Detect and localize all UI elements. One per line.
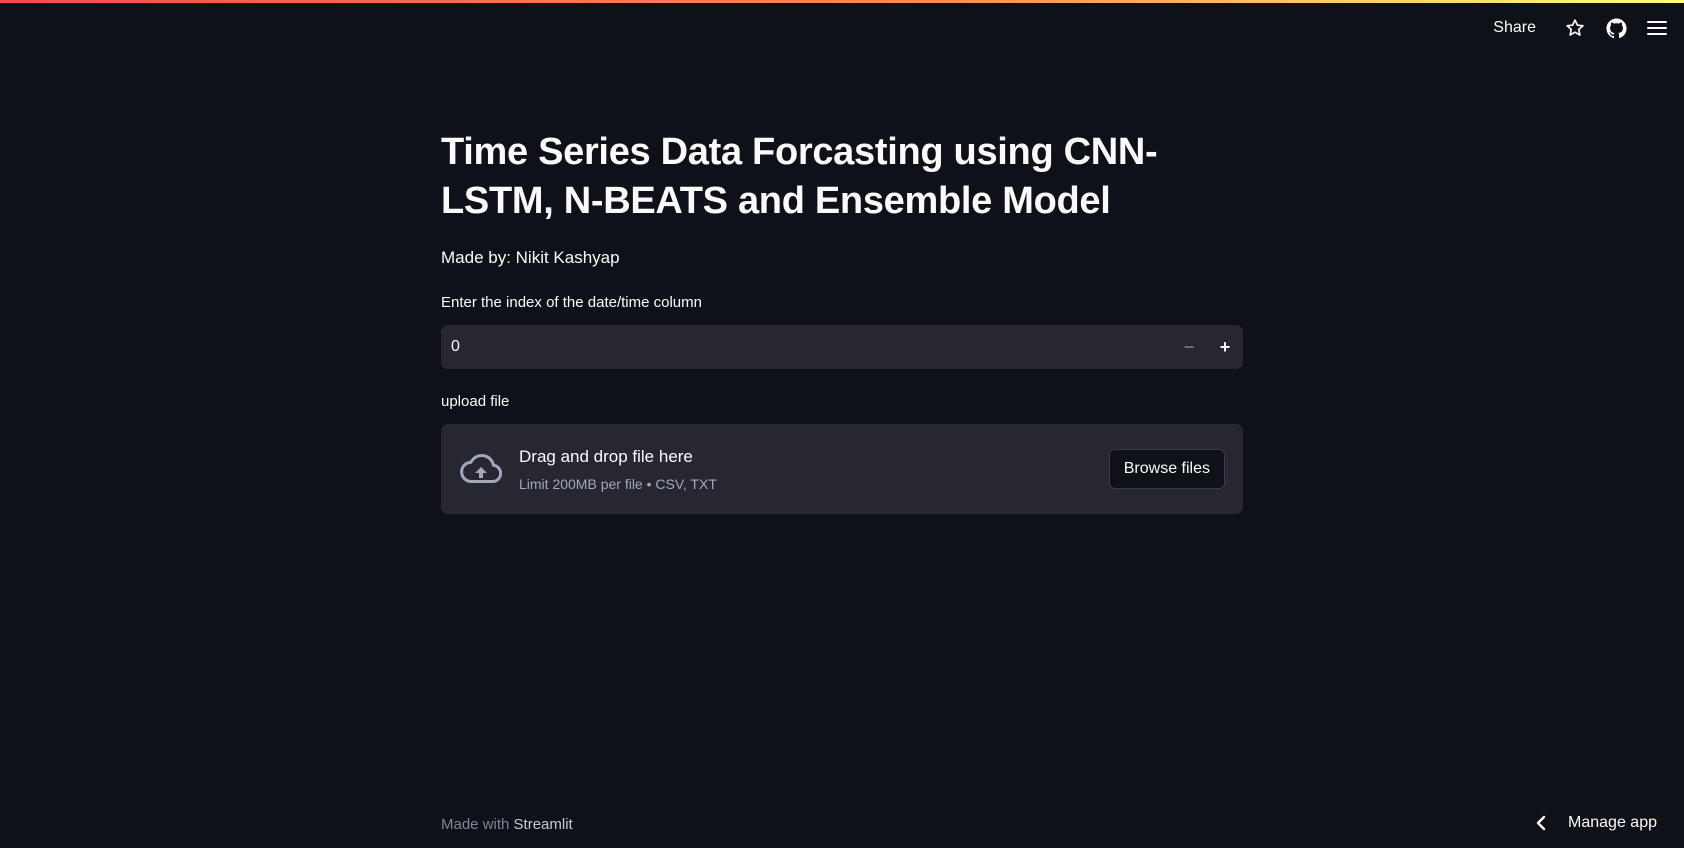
cloud-upload-icon [459, 447, 503, 491]
decrement-button[interactable]: − [1171, 325, 1207, 369]
browse-files-button[interactable]: Browse files [1108, 449, 1225, 489]
streamlit-link[interactable]: Streamlit [514, 816, 573, 833]
author-byline: Made by: Nikit Kashyap [441, 248, 620, 267]
increment-button[interactable]: + [1207, 325, 1243, 369]
share-button[interactable]: Share [1493, 19, 1536, 37]
manage-app-label: Manage app [1568, 814, 1657, 831]
file-dropzone[interactable]: Drag and drop file here Limit 200MB per … [441, 424, 1243, 514]
date-column-index-label: Enter the index of the date/time column [441, 294, 702, 311]
main-content: Time Series Data Forcasting using CNN-LS… [441, 128, 1243, 514]
date-column-index-stepper: − + [441, 325, 1243, 369]
footer-made-with: Made with [441, 816, 510, 833]
upload-file-label: upload file [441, 393, 510, 410]
date-column-index-input[interactable] [441, 325, 1171, 369]
dropzone-instructions: Drag and drop file here [519, 446, 693, 466]
top-decoration-bar [0, 0, 1684, 3]
hamburger-menu-icon[interactable] [1646, 17, 1668, 39]
star-icon[interactable] [1564, 17, 1586, 39]
toolbar: Share [1493, 14, 1668, 42]
page-title: Time Series Data Forcasting using CNN-LS… [441, 131, 1158, 222]
manage-app-button[interactable]: Manage app [1536, 814, 1657, 832]
github-icon[interactable] [1605, 17, 1627, 39]
chevron-left-icon [1536, 815, 1546, 831]
footer: Made with Streamlit [441, 816, 573, 833]
dropzone-limit-text: Limit 200MB per file • CSV, TXT [519, 475, 717, 492]
dropzone-text: Drag and drop file here Limit 200MB per … [519, 447, 1109, 492]
